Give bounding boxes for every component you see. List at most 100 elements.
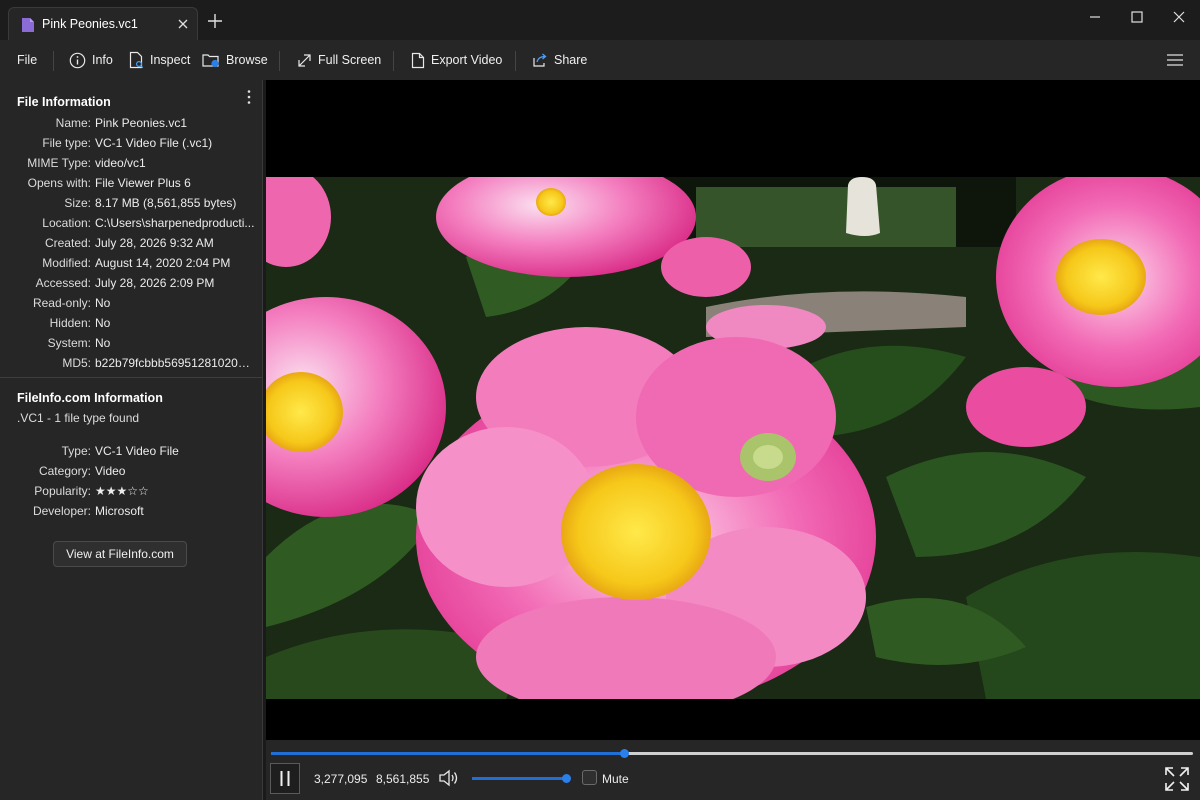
info-row: Accessed: July 28, 2026 2:09 PM: [0, 273, 262, 293]
info-label: Created:: [44, 236, 91, 250]
browse-label: Browse: [226, 53, 268, 67]
close-icon[interactable]: [1170, 8, 1188, 26]
share-button[interactable]: Share: [532, 50, 587, 70]
full-screen-label: Full Screen: [318, 53, 382, 67]
info-value: VC-1 Video File (.vc1): [95, 136, 213, 150]
info-row: Opens with: File Viewer Plus 6: [0, 173, 262, 193]
document-icon: [22, 18, 34, 32]
info-label: Read-only:: [32, 296, 91, 310]
info-label: MIME Type:: [27, 156, 91, 170]
info-label: Developer:: [32, 504, 91, 518]
tab-close-icon[interactable]: [176, 17, 190, 31]
info-value: No: [95, 316, 111, 330]
info-label: Location:: [42, 216, 91, 230]
menu-icon[interactable]: [1166, 53, 1184, 67]
fileinfo-subtitle: .VC1 - 1 file type found: [17, 411, 140, 425]
info-icon: [69, 52, 86, 68]
info-value: b22b79fcbbb569512810203ef...: [95, 356, 255, 370]
info-row: Type: VC-1 Video File: [0, 441, 262, 461]
file-info-sidebar: File Information Name: Pink Peonies.vc1 Fi…: [0, 80, 262, 800]
info-label: Info: [92, 53, 113, 67]
info-label: Popularity:: [34, 484, 91, 498]
export-video-button[interactable]: Export Video: [411, 50, 502, 70]
info-button[interactable]: Info: [69, 50, 113, 70]
more-options-icon[interactable]: [246, 89, 252, 105]
info-label: Category:: [38, 464, 91, 478]
info-label: Type:: [61, 444, 91, 458]
info-label: Opens with:: [27, 176, 91, 190]
toolbar-separator: [53, 51, 54, 71]
info-value: ★★★☆☆: [95, 484, 149, 498]
toolbar-separator: [279, 51, 280, 71]
info-row: Modified: August 14, 2020 2:04 PM: [0, 253, 262, 273]
fullscreen-icon[interactable]: [1164, 766, 1190, 792]
info-row: Size: 8.17 MB (8,561,855 bytes): [0, 193, 262, 213]
video-frame[interactable]: [266, 177, 1200, 699]
pause-button[interactable]: [270, 763, 300, 794]
export-video-label: Export Video: [431, 53, 503, 67]
inspect-icon: [129, 51, 144, 69]
share-icon: [533, 53, 547, 67]
volume-icon[interactable]: [438, 768, 460, 788]
fileinfo-heading: FileInfo.com Information: [17, 391, 163, 405]
info-label: MD5:: [62, 356, 91, 370]
info-label: Modified:: [42, 256, 91, 270]
maximize-icon[interactable]: [1128, 8, 1146, 26]
inspect-button[interactable]: Inspect: [129, 50, 190, 70]
file-menu-label: File: [17, 53, 38, 67]
share-label: Share: [554, 53, 588, 67]
info-value: August 14, 2020 2:04 PM: [95, 256, 231, 270]
file-information-heading: File Information: [17, 95, 111, 109]
full-screen-button[interactable]: Full Screen: [297, 50, 381, 70]
title-bar: Pink Peonies.vc1: [0, 0, 1200, 40]
pause-icon: [280, 771, 290, 786]
info-row: MD5: b22b79fcbbb569512810203ef...: [0, 353, 262, 373]
export-icon: [411, 52, 425, 68]
tab-title: Pink Peonies.vc1: [42, 17, 138, 31]
info-row: Name: Pink Peonies.vc1: [0, 113, 262, 133]
playback-controls: 3,277,095 8,561,855 Mute: [266, 740, 1200, 800]
info-value: File Viewer Plus 6: [95, 176, 191, 190]
view-at-fileinfo-button[interactable]: View at FileInfo.com: [53, 541, 187, 567]
info-row: Read-only: No: [0, 293, 262, 313]
info-value: July 28, 2026 9:32 AM: [95, 236, 214, 250]
info-label: Name:: [55, 116, 91, 130]
info-value: C:\Users\sharpenedproducti...: [95, 216, 255, 230]
total-length: 8,561,855: [376, 772, 430, 786]
info-row: File type: VC-1 Video File (.vc1): [0, 133, 262, 153]
info-row: System: No: [0, 333, 262, 353]
info-row: Developer: Microsoft: [0, 501, 262, 521]
plus-icon[interactable]: [207, 13, 223, 29]
info-value: video/vc1: [95, 156, 146, 170]
info-value: Microsoft: [95, 504, 144, 518]
info-label: File type:: [42, 136, 91, 150]
info-value: 8.17 MB (8,561,855 bytes): [95, 196, 237, 210]
toolbar: File Info Inspect Browse Full Screen Exp…: [0, 40, 1200, 80]
toolbar-separator: [515, 51, 516, 71]
current-position: 3,277,095: [314, 772, 368, 786]
mute-checkbox[interactable]: [582, 770, 597, 785]
seek-bar[interactable]: [271, 749, 1193, 758]
info-value: No: [95, 296, 111, 310]
volume-level: [472, 777, 566, 780]
video-viewer[interactable]: [266, 80, 1200, 740]
info-value: No: [95, 336, 111, 350]
file-menu-button[interactable]: File: [17, 50, 37, 70]
info-row: Popularity: ★★★☆☆: [0, 481, 262, 501]
info-value: VC-1 Video File: [95, 444, 179, 458]
minimize-icon[interactable]: [1086, 8, 1104, 26]
document-tab[interactable]: Pink Peonies.vc1: [8, 7, 198, 40]
info-label: System:: [47, 336, 91, 350]
toolbar-separator: [393, 51, 394, 71]
info-label: Hidden:: [49, 316, 91, 330]
inspect-label: Inspect: [150, 53, 191, 67]
info-row: Location: C:\Users\sharpenedproducti...: [0, 213, 262, 233]
seek-progress: [271, 752, 625, 755]
mute-label: Mute: [602, 772, 629, 786]
volume-handle[interactable]: [562, 774, 571, 783]
volume-slider[interactable]: [472, 774, 571, 783]
browse-button[interactable]: Browse: [202, 50, 268, 70]
browse-icon: [202, 54, 219, 68]
seek-handle[interactable]: [620, 749, 630, 758]
section-divider: [0, 377, 262, 378]
